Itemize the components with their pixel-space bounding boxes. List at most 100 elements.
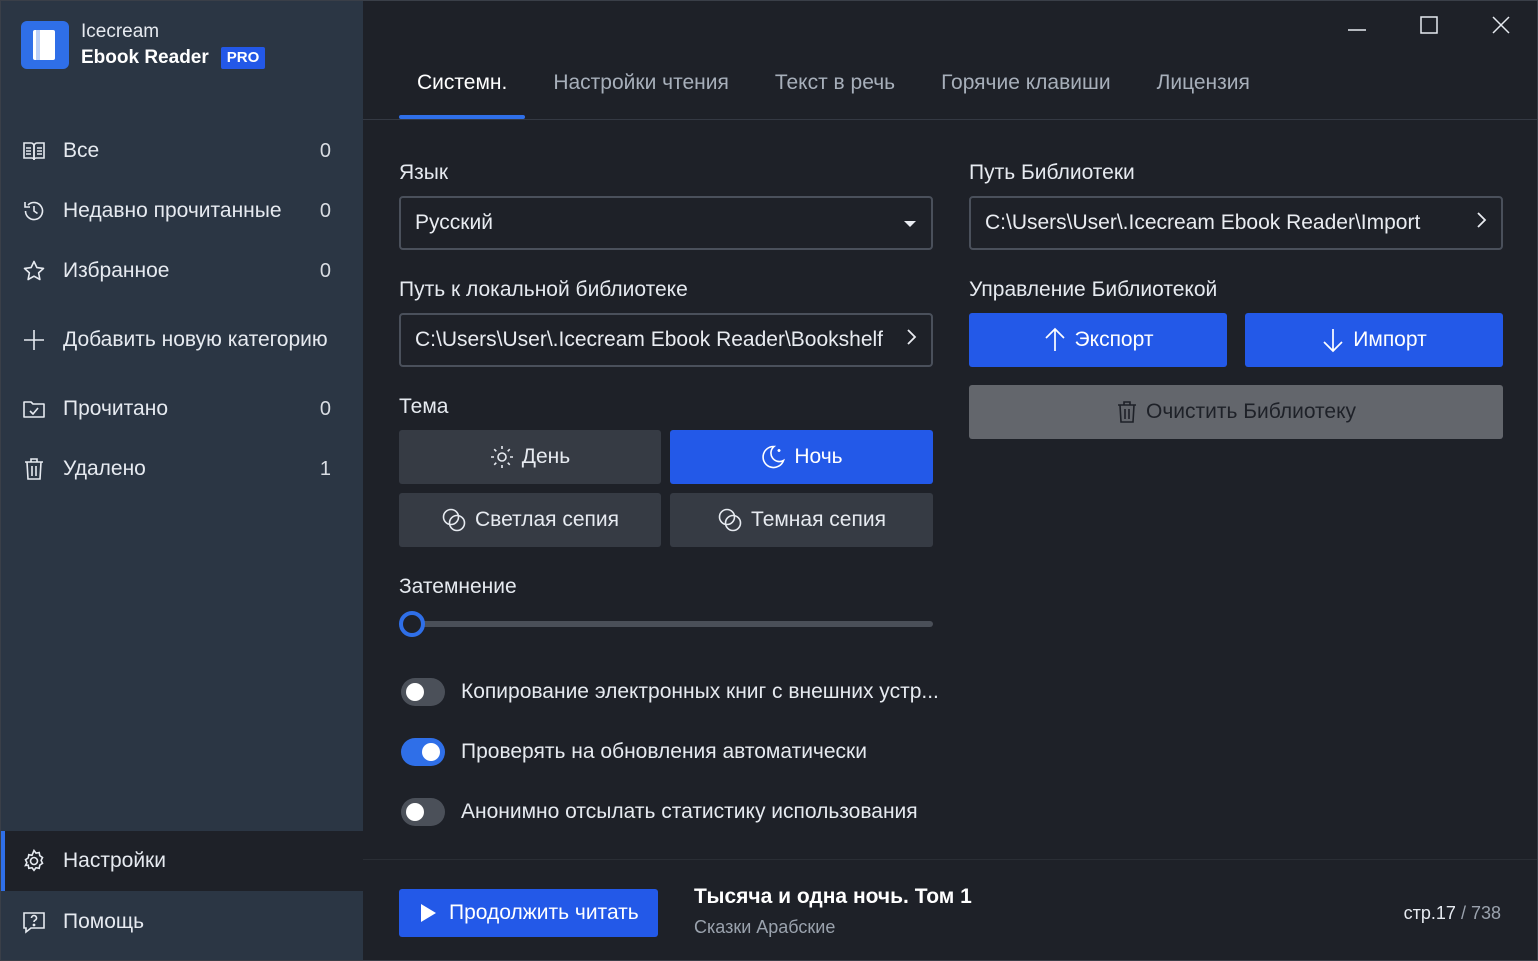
help-icon (21, 909, 47, 935)
dimming-slider-track[interactable] (411, 621, 933, 627)
sidebar-item-label: Все (63, 139, 100, 162)
maximize-button[interactable] (1393, 1, 1465, 49)
arrow-down-icon (1321, 327, 1345, 353)
maximize-icon (1420, 16, 1438, 34)
tab-reading-settings[interactable]: Настройки чтения (535, 61, 747, 119)
close-icon (1492, 16, 1510, 34)
copy-external-toggle[interactable] (401, 678, 445, 706)
library-path: C:\Users\User\.Icecream Ebook Reader\Imp… (985, 211, 1421, 234)
local-library-path: C:\Users\User\.Icecream Ebook Reader\Boo… (415, 328, 884, 351)
arrow-up-icon (1043, 327, 1067, 353)
language-value: Русский (415, 211, 493, 234)
history-icon (21, 198, 47, 224)
sidebar-item-count: 0 (319, 397, 331, 420)
continue-reading-button[interactable]: Продолжить читать (399, 889, 658, 937)
dimming-slider-thumb[interactable] (399, 611, 425, 637)
settings-panel: Системн. Настройки чтения Текст в речь Г… (363, 1, 1537, 960)
trash-icon (21, 456, 47, 482)
plus-icon (21, 327, 47, 353)
app-brand: Icecream Ebook Reader PRO (21, 19, 266, 71)
minimize-button[interactable] (1321, 1, 1393, 49)
sidebar: Icecream Ebook Reader PRO Все 0 Недавно … (1, 1, 363, 960)
auto-update-label: Проверять на обновления автоматически (461, 740, 867, 763)
sidebar-item-settings[interactable]: Настройки (1, 831, 363, 891)
language-select[interactable]: Русский (399, 196, 933, 250)
copy-external-label: Копирование электронных книг с внешних у… (461, 680, 939, 703)
trash-icon (1116, 400, 1138, 424)
dimming-label: Затемнение (399, 575, 517, 598)
theme-dark-sepia-button[interactable]: Темная сепия (670, 493, 933, 547)
toggle-row-copy-external: Копирование электронных книг с внешних у… (401, 675, 939, 709)
circles-icon (441, 507, 467, 533)
local-library-path-field[interactable]: C:\Users\User\.Icecream Ebook Reader\Boo… (399, 313, 933, 367)
tab-hotkeys[interactable]: Горячие клавиши (923, 61, 1128, 119)
sun-icon (490, 445, 514, 469)
theme-day-button[interactable]: День (399, 430, 661, 484)
sidebar-item-label: Избранное (63, 259, 170, 282)
theme-dark-sepia-label: Темная сепия (751, 508, 886, 531)
tabs-divider (363, 119, 1537, 120)
library-management-label: Управление Библиотекой (969, 278, 1218, 301)
sidebar-item-label: Недавно прочитанные (63, 199, 282, 222)
toggle-row-statistics: Анонимно отсылать статистику использован… (401, 795, 918, 829)
gear-icon (21, 848, 47, 874)
theme-label: Тема (399, 395, 449, 418)
circles-icon (717, 507, 743, 533)
import-button[interactable]: Импорт (1245, 313, 1503, 367)
clear-library-button[interactable]: Очистить Библиотеку (969, 385, 1503, 439)
sidebar-item-read[interactable]: Прочитано 0 (1, 383, 363, 435)
play-icon (419, 903, 437, 923)
close-button[interactable] (1465, 1, 1537, 49)
sidebar-item-count: 0 (319, 139, 331, 162)
tab-system[interactable]: Системн. (399, 61, 526, 119)
sidebar-item-help[interactable]: Помощь (1, 893, 363, 951)
export-label: Экспорт (1074, 328, 1154, 351)
library-path-field[interactable]: C:\Users\User\.Icecream Ebook Reader\Imp… (969, 196, 1503, 250)
star-icon (21, 258, 47, 284)
footer-divider (363, 859, 1537, 860)
current-book-title: Тысяча и одна ночь. Том 1 (694, 885, 972, 908)
statistics-toggle[interactable] (401, 798, 445, 826)
theme-day-label: День (521, 445, 571, 468)
language-label: Язык (399, 161, 449, 184)
statistics-label: Анонимно отсылать статистику использован… (461, 800, 918, 823)
app-name-line1: Icecream (81, 21, 160, 42)
sidebar-item-label: Добавить новую категорию (63, 328, 328, 351)
book-open-icon (21, 138, 47, 164)
library-path-label: Путь Библиотеки (969, 161, 1135, 184)
chevron-right-icon (1475, 211, 1487, 235)
sidebar-item-count: 0 (319, 199, 331, 222)
toggle-row-auto-update: Проверять на обновления автоматически (401, 735, 867, 769)
settings-tabs: Системн. Настройки чтения Текст в речь Г… (399, 61, 1537, 119)
app-logo-icon (21, 21, 69, 69)
moon-icon (760, 444, 786, 470)
sidebar-item-label: Настройки (63, 849, 166, 872)
current-book-author: Сказки Арабские (694, 917, 836, 937)
sidebar-item-favorites[interactable]: Избранное 0 (1, 245, 363, 297)
export-button[interactable]: Экспорт (969, 313, 1227, 367)
tab-text-to-speech[interactable]: Текст в речь (757, 61, 913, 119)
current-page: стр.17 (1403, 903, 1456, 923)
theme-light-sepia-label: Светлая сепия (474, 508, 620, 531)
app-name-line2: Ebook Reader PRO (81, 45, 266, 71)
caret-down-icon (903, 211, 917, 235)
continue-reading-label: Продолжить читать (449, 901, 639, 924)
import-label: Импорт (1353, 328, 1427, 351)
sidebar-item-recent[interactable]: Недавно прочитанные 0 (1, 185, 363, 237)
window-controls (1321, 1, 1537, 49)
theme-light-sepia-button[interactable]: Светлая сепия (399, 493, 661, 547)
local-library-label: Путь к локальной библиотеке (399, 278, 688, 301)
tab-license[interactable]: Лицензия (1139, 61, 1268, 119)
add-category-button[interactable]: Добавить новую категорию (1, 314, 363, 366)
sidebar-item-label: Прочитано (63, 397, 168, 420)
auto-update-toggle[interactable] (401, 738, 445, 766)
app-window: Icecream Ebook Reader PRO Все 0 Недавно … (0, 0, 1538, 961)
sidebar-item-deleted[interactable]: Удалено 1 (1, 443, 363, 495)
sidebar-item-all[interactable]: Все 0 (1, 125, 363, 177)
page-indicator: стр.17 / 738 (1403, 903, 1501, 923)
total-pages: 738 (1470, 903, 1501, 923)
minimize-icon (1348, 29, 1366, 31)
theme-night-button[interactable]: Ночь (670, 430, 933, 484)
sidebar-item-label: Удалено (63, 457, 146, 480)
chevron-right-icon (905, 328, 917, 352)
